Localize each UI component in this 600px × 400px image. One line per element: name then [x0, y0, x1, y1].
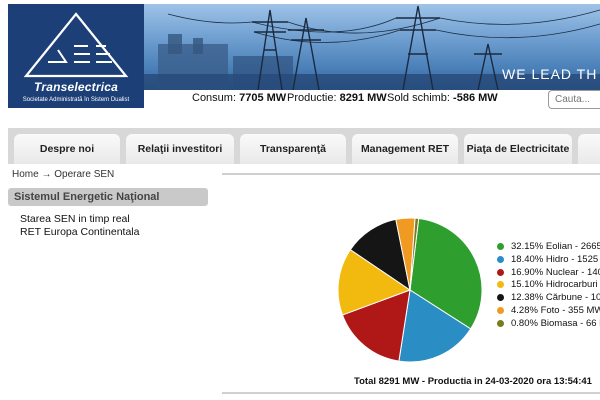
breadcrumb-home[interactable]: Home [12, 169, 39, 180]
consum-value: 7705 MW [239, 92, 287, 104]
legend-swatch-icon [497, 294, 504, 302]
nav-more[interactable] [578, 134, 600, 164]
productie-value: 8291 MW [339, 92, 387, 104]
legend-swatch-icon [497, 281, 504, 289]
productie-stat: Productie: 8291 MW [287, 92, 387, 104]
legend-label: 0.80% Biomasa - 66 M [511, 317, 600, 329]
nav-transparenta[interactable]: Transparenţă [240, 134, 346, 164]
logo-subtitle: Societate Administrată în Sistem Dualist [22, 97, 130, 103]
consum-stat: Consum: 7705 MW [192, 92, 286, 104]
breadcrumb-arrow-icon: → [41, 169, 52, 180]
legend-label: 16.90% Nuclear - 1401 [511, 266, 600, 278]
sidebar-title: Sistemul Energetic Naţional [8, 188, 208, 206]
sold-label: Sold schimb: [387, 92, 450, 104]
productie-label: Productie: [287, 92, 337, 104]
legend-label: 12.38% Cărbune - 102 [511, 292, 600, 304]
logo-triangle-icon [23, 12, 129, 78]
production-total: Total 8291 MW - Productia in 24-03-2020 … [354, 376, 592, 387]
nav-relatii-investitori[interactable]: Relaţii investitori [126, 134, 234, 164]
content-top-divider [222, 173, 600, 175]
legend-swatch-icon [497, 319, 504, 327]
header-slogan: WE LEAD TH [502, 66, 598, 82]
production-pie-chart [337, 217, 483, 363]
transelectrica-logo[interactable]: Transelectrica Societate Administrată în… [8, 4, 144, 108]
legend-swatch-icon [497, 306, 504, 314]
legend-swatch-icon [497, 243, 504, 250]
legend-label: 4.28% Foto - 355 MW [511, 304, 600, 316]
breadcrumb: Home → Operare SEN [12, 169, 114, 180]
legend-swatch-icon [497, 255, 504, 263]
breadcrumb-current: Operare SEN [54, 169, 115, 180]
legend-label: 32.15% Eolian - 2665 M [511, 241, 600, 252]
content-bottom-divider [222, 392, 600, 394]
legend-label: 15.10% Hidrocarburi - [511, 279, 600, 291]
consum-label: Consum: [192, 92, 237, 104]
search-input[interactable] [548, 90, 600, 109]
nav-despre-noi[interactable]: Despre noi [14, 134, 120, 164]
main-navigation: Despre noi Relaţii investitori Transpare… [8, 128, 600, 164]
nav-management-ret[interactable]: Management RET [352, 134, 458, 164]
nav-piata-electricitate[interactable]: Piaţa de Electricitate [464, 134, 572, 164]
sidebar-link-starea-sen[interactable]: Starea SEN in timp real [20, 213, 130, 225]
sold-value: -586 MW [453, 92, 498, 104]
legend-swatch-icon [497, 268, 504, 276]
sidebar-link-ret-europa[interactable]: RET Europa Continentala [20, 226, 139, 238]
sold-schimb-stat: Sold schimb: -586 MW [387, 92, 498, 104]
legend-label: 18.40% Hidro - 1525 M [511, 253, 600, 265]
site-header: Transelectrica Societate Administrată în… [0, 0, 600, 112]
logo-brand-text: Transelectrica [34, 80, 118, 94]
